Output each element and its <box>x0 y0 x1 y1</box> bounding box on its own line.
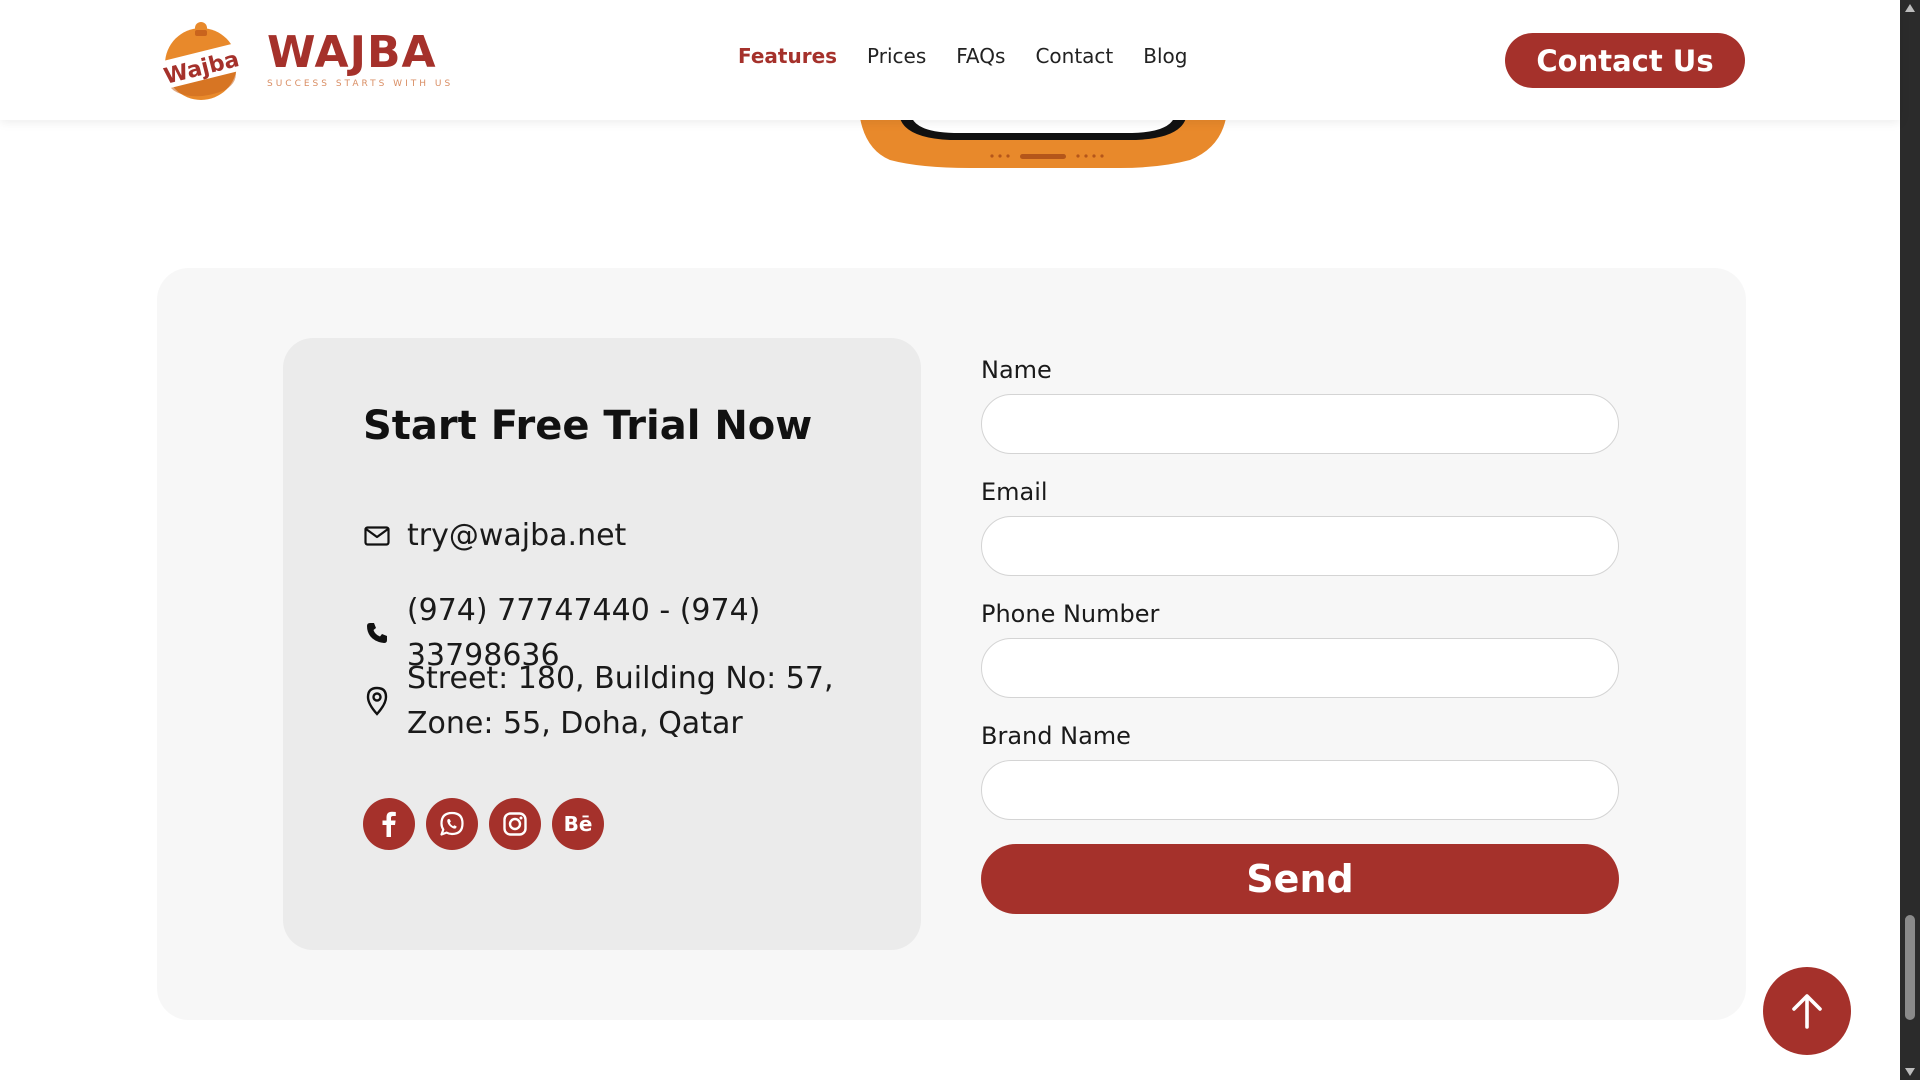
logo-tagline: SUCCESS STARTS WITH US <box>267 79 454 89</box>
contact-email-link[interactable]: try@wajba.net <box>407 513 626 558</box>
page-scrollbar[interactable] <box>1900 0 1920 1080</box>
logo-badge-icon: Wajba <box>155 18 247 102</box>
scroll-down-arrow-icon[interactable] <box>1905 1068 1915 1076</box>
name-label: Name <box>981 356 1052 384</box>
address-line-1: Street: 180, Building No: 57, <box>407 661 834 696</box>
section-title: Start Free Trial Now <box>363 403 813 449</box>
behance-icon[interactable]: Bē <box>552 798 604 850</box>
phone-mockup-image <box>860 118 1226 168</box>
contact-info-panel: Start Free Trial Now try@wajba.net (974)… <box>283 338 921 950</box>
page: Wajba WAJBA SUCCESS STARTS WITH US Featu… <box>0 0 1920 1080</box>
whatsapp-icon[interactable] <box>426 798 478 850</box>
nav-item-blog[interactable]: Blog <box>1143 44 1187 68</box>
phone-number-input[interactable] <box>981 638 1619 698</box>
trial-signup-form: Name Email Phone Number Brand Name Send <box>981 356 1619 914</box>
main-nav: Features Prices FAQs Contact Blog <box>738 44 1187 68</box>
logo-text: WAJBA SUCCESS STARTS WITH US <box>267 27 454 90</box>
contact-email-row: try@wajba.net <box>363 513 626 558</box>
nav-item-prices[interactable]: Prices <box>867 44 926 68</box>
nav-item-contact[interactable]: Contact <box>1035 44 1113 68</box>
scroll-up-arrow-icon[interactable] <box>1905 4 1915 12</box>
nav-item-features[interactable]: Features <box>738 44 837 68</box>
nav-item-faqs[interactable]: FAQs <box>956 44 1005 68</box>
scrollbar-thumb[interactable] <box>1905 915 1915 1020</box>
map-pin-icon <box>363 686 391 716</box>
instagram-icon[interactable] <box>489 798 541 850</box>
logo[interactable]: Wajba WAJBA SUCCESS STARTS WITH US <box>155 18 453 102</box>
scroll-to-top-button[interactable] <box>1763 967 1851 1055</box>
brand-name-label: Brand Name <box>981 722 1131 750</box>
behance-glyph: Bē <box>563 812 593 836</box>
phone-number-label: Phone Number <box>981 600 1160 628</box>
mail-icon <box>363 522 391 550</box>
contact-address: Street: 180, Building No: 57, Zone: 55, … <box>407 656 834 746</box>
name-input[interactable] <box>981 394 1619 454</box>
send-button[interactable]: Send <box>981 844 1619 914</box>
email-label: Email <box>981 478 1048 506</box>
brand-name-input[interactable] <box>981 760 1619 820</box>
contact-section: Start Free Trial Now try@wajba.net (974)… <box>157 268 1746 1020</box>
logo-wordmark: WAJBA <box>267 27 437 78</box>
social-links: Bē <box>363 798 604 850</box>
email-input[interactable] <box>981 516 1619 576</box>
contact-address-row: Street: 180, Building No: 57, Zone: 55, … <box>363 656 834 746</box>
address-line-2: Zone: 55, Doha, Qatar <box>407 706 743 741</box>
contact-us-button[interactable]: Contact Us <box>1505 33 1745 88</box>
site-header: Wajba WAJBA SUCCESS STARTS WITH US Featu… <box>0 0 1900 120</box>
phone-icon <box>363 619 391 647</box>
arrow-up-icon <box>1792 994 1822 1029</box>
facebook-icon[interactable] <box>363 798 415 850</box>
